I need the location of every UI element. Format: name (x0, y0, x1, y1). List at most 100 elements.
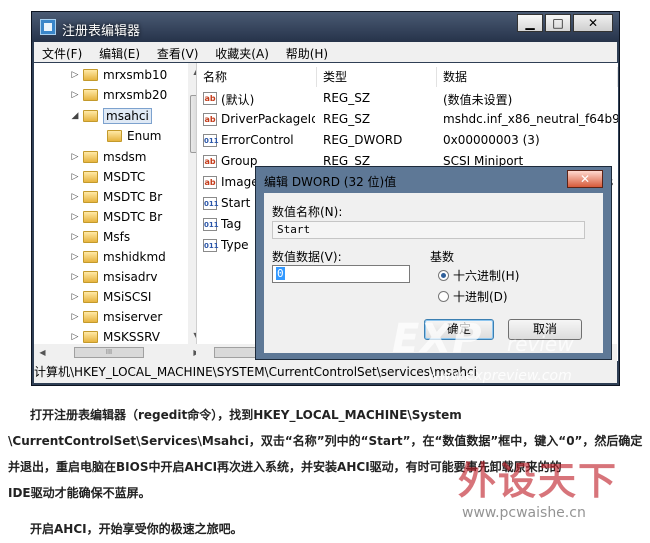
tree-item[interactable]: ▷ Msfs (70, 227, 131, 247)
binary-value-icon: 011 (203, 218, 219, 231)
expreview-watermark-sub: review (507, 332, 574, 356)
value-name-field: Start (272, 221, 585, 239)
close-button[interactable]: ✕ (573, 14, 613, 32)
folder-icon (83, 211, 98, 223)
radio-hexadecimal[interactable]: 十六进制(H) (438, 267, 519, 284)
value-type: REG_DWORD (323, 133, 403, 147)
folder-icon (83, 110, 98, 122)
binary-value-icon: 011 (203, 197, 219, 210)
dialog-close-button[interactable]: ✕ (567, 170, 603, 188)
expand-arrow-icon[interactable]: ▷ (70, 152, 80, 162)
tree-item[interactable]: ▷ mshidkmd (70, 247, 166, 267)
expreview-watermark-url: www.expreview.com (428, 368, 572, 384)
folder-icon (83, 89, 98, 101)
tree-item-label: MSDTC Br (103, 210, 163, 224)
radio-hex-label: 十六进制(H) (453, 269, 520, 283)
radio-dec-label: 十进制(D) (453, 290, 508, 304)
tree-item[interactable]: ▷ mrxsmb20 (70, 85, 168, 105)
expand-arrow-icon[interactable]: ▷ (70, 172, 80, 182)
article-line: \CurrentControlSet\Services\Msahci，双击“名称… (8, 434, 643, 448)
tree-item-enum[interactable]: Enum (94, 126, 161, 146)
scroll-left-icon[interactable]: ◀ (34, 344, 51, 361)
tree-item[interactable]: ▷ mrxsmb10 (70, 65, 168, 85)
expand-arrow-icon[interactable]: ▷ (70, 292, 80, 302)
scroll-thumb[interactable]: III (74, 347, 144, 358)
value-row[interactable]: ab (默认) REG_SZ (数值未设置) (197, 89, 618, 110)
window-title: 注册表编辑器 (62, 24, 141, 39)
radio-unselected-icon[interactable] (438, 291, 449, 302)
tree-item[interactable]: ▷ MSDTC Br (70, 187, 163, 207)
expand-arrow-icon[interactable]: ▷ (70, 192, 80, 202)
expand-arrow-icon[interactable]: ▷ (70, 332, 80, 342)
column-header-name[interactable]: 名称 (197, 67, 317, 87)
value-name: DriverPackageId (221, 112, 315, 126)
folder-icon (83, 171, 98, 183)
value-row[interactable]: 011 ErrorControl REG_DWORD 0x00000003 (3… (197, 131, 618, 152)
string-value-icon: ab (203, 155, 217, 168)
expand-arrow-icon[interactable]: ▷ (70, 252, 80, 262)
folder-icon (107, 130, 122, 142)
regedit-app-icon (40, 19, 56, 35)
value-data-input[interactable]: 0 (272, 265, 410, 283)
menu-view[interactable]: 查看(V) (149, 42, 204, 62)
tree-item[interactable]: ▷ msdsm (70, 147, 147, 167)
expand-arrow-icon[interactable]: ▷ (70, 212, 80, 222)
tree-item-label: msiserver (103, 310, 163, 324)
key-tree: ▷ mrxsmb10 ▷ mrxsmb20 ◢ msahci Enum ▷ ms… (34, 63, 189, 344)
tree-item-label: mshidkmd (103, 250, 166, 264)
tree-item-label: msisadrv (103, 270, 158, 284)
maximize-button[interactable]: □ (545, 14, 571, 32)
radio-selected-icon[interactable] (438, 270, 449, 281)
value-data: mshdc.inf_x86_neutral_f64b9c (443, 112, 618, 126)
base-group-label: 基数 (430, 250, 455, 264)
tree-item-label: MSKSSRV (103, 330, 160, 344)
tree-item[interactable]: ▷ MSDTC (70, 167, 146, 187)
tree-item[interactable]: ▷ msisadrv (70, 267, 158, 287)
value-data: 0x00000003 (3) (443, 133, 540, 147)
value-data-text[interactable]: 0 (276, 267, 285, 280)
collapse-arrow-icon[interactable]: ◢ (70, 111, 80, 121)
expand-arrow-icon[interactable]: ▷ (70, 90, 80, 100)
expand-arrow-icon[interactable]: ▷ (70, 312, 80, 322)
tree-item[interactable]: ▷ MSiSCSI (70, 287, 152, 307)
value-data: (数值未设置) (443, 93, 513, 107)
tree-item-label: mrxsmb10 (103, 68, 168, 82)
string-value-icon: ab (203, 92, 217, 105)
tree-item-label: MSDTC Br (103, 190, 163, 204)
folder-icon (83, 231, 98, 243)
expand-arrow-icon[interactable]: ▷ (70, 272, 80, 282)
tree-horizontal-scrollbar[interactable]: ◀ III ▶ (34, 344, 205, 361)
expand-arrow-icon[interactable]: ▷ (70, 70, 80, 80)
column-header-type[interactable]: 类型 (317, 67, 437, 87)
article-line: 开启AHCI，开始享受你的极速之旅吧。 (30, 522, 243, 536)
folder-icon (83, 271, 98, 283)
tree-item[interactable]: ▷ msiserver (70, 307, 163, 327)
article-line: IDE驱动才能确保不蓝屏。 (8, 486, 151, 500)
tree-item[interactable]: ▷ MSDTC Br (70, 207, 163, 227)
title-bar[interactable]: 注册表编辑器 ▁ □ ✕ (32, 12, 619, 42)
value-type: REG_SZ (323, 112, 371, 126)
radio-decimal[interactable]: 十进制(D) (438, 288, 508, 305)
value-name: (默认) (221, 93, 255, 107)
minimize-button[interactable]: ▁ (517, 14, 543, 32)
string-value-icon: ab (203, 113, 217, 126)
page: 注册表编辑器 ▁ □ ✕ 文件(F) 编辑(E) 查看(V) 收藏夹(A) 帮助… (0, 0, 650, 543)
dialog-title: 编辑 DWORD (32 位)值 (264, 175, 397, 189)
tree-item-label: msahci (103, 108, 152, 124)
value-type: REG_SZ (323, 91, 371, 105)
menu-file[interactable]: 文件(F) (34, 42, 87, 62)
menu-bar: 文件(F) 编辑(E) 查看(V) 收藏夹(A) 帮助(H) (34, 42, 617, 62)
tree-item-msahci[interactable]: ◢ msahci (70, 106, 152, 126)
tree-item[interactable]: ▷ MSKSSRV (70, 327, 160, 344)
value-row[interactable]: ab DriverPackageId REG_SZ mshdc.inf_x86_… (197, 110, 618, 131)
value-name: ErrorControl (221, 133, 294, 147)
folder-icon (83, 291, 98, 303)
menu-favorites[interactable]: 收藏夹(A) (207, 42, 274, 62)
menu-help[interactable]: 帮助(H) (278, 42, 333, 62)
folder-icon (83, 251, 98, 263)
expand-arrow-icon[interactable]: ▷ (70, 232, 80, 242)
tree-item-label: MSDTC (103, 170, 146, 184)
binary-value-icon: 011 (203, 239, 219, 252)
menu-edit[interactable]: 编辑(E) (91, 42, 145, 62)
column-header-data[interactable]: 数据 (437, 67, 618, 87)
